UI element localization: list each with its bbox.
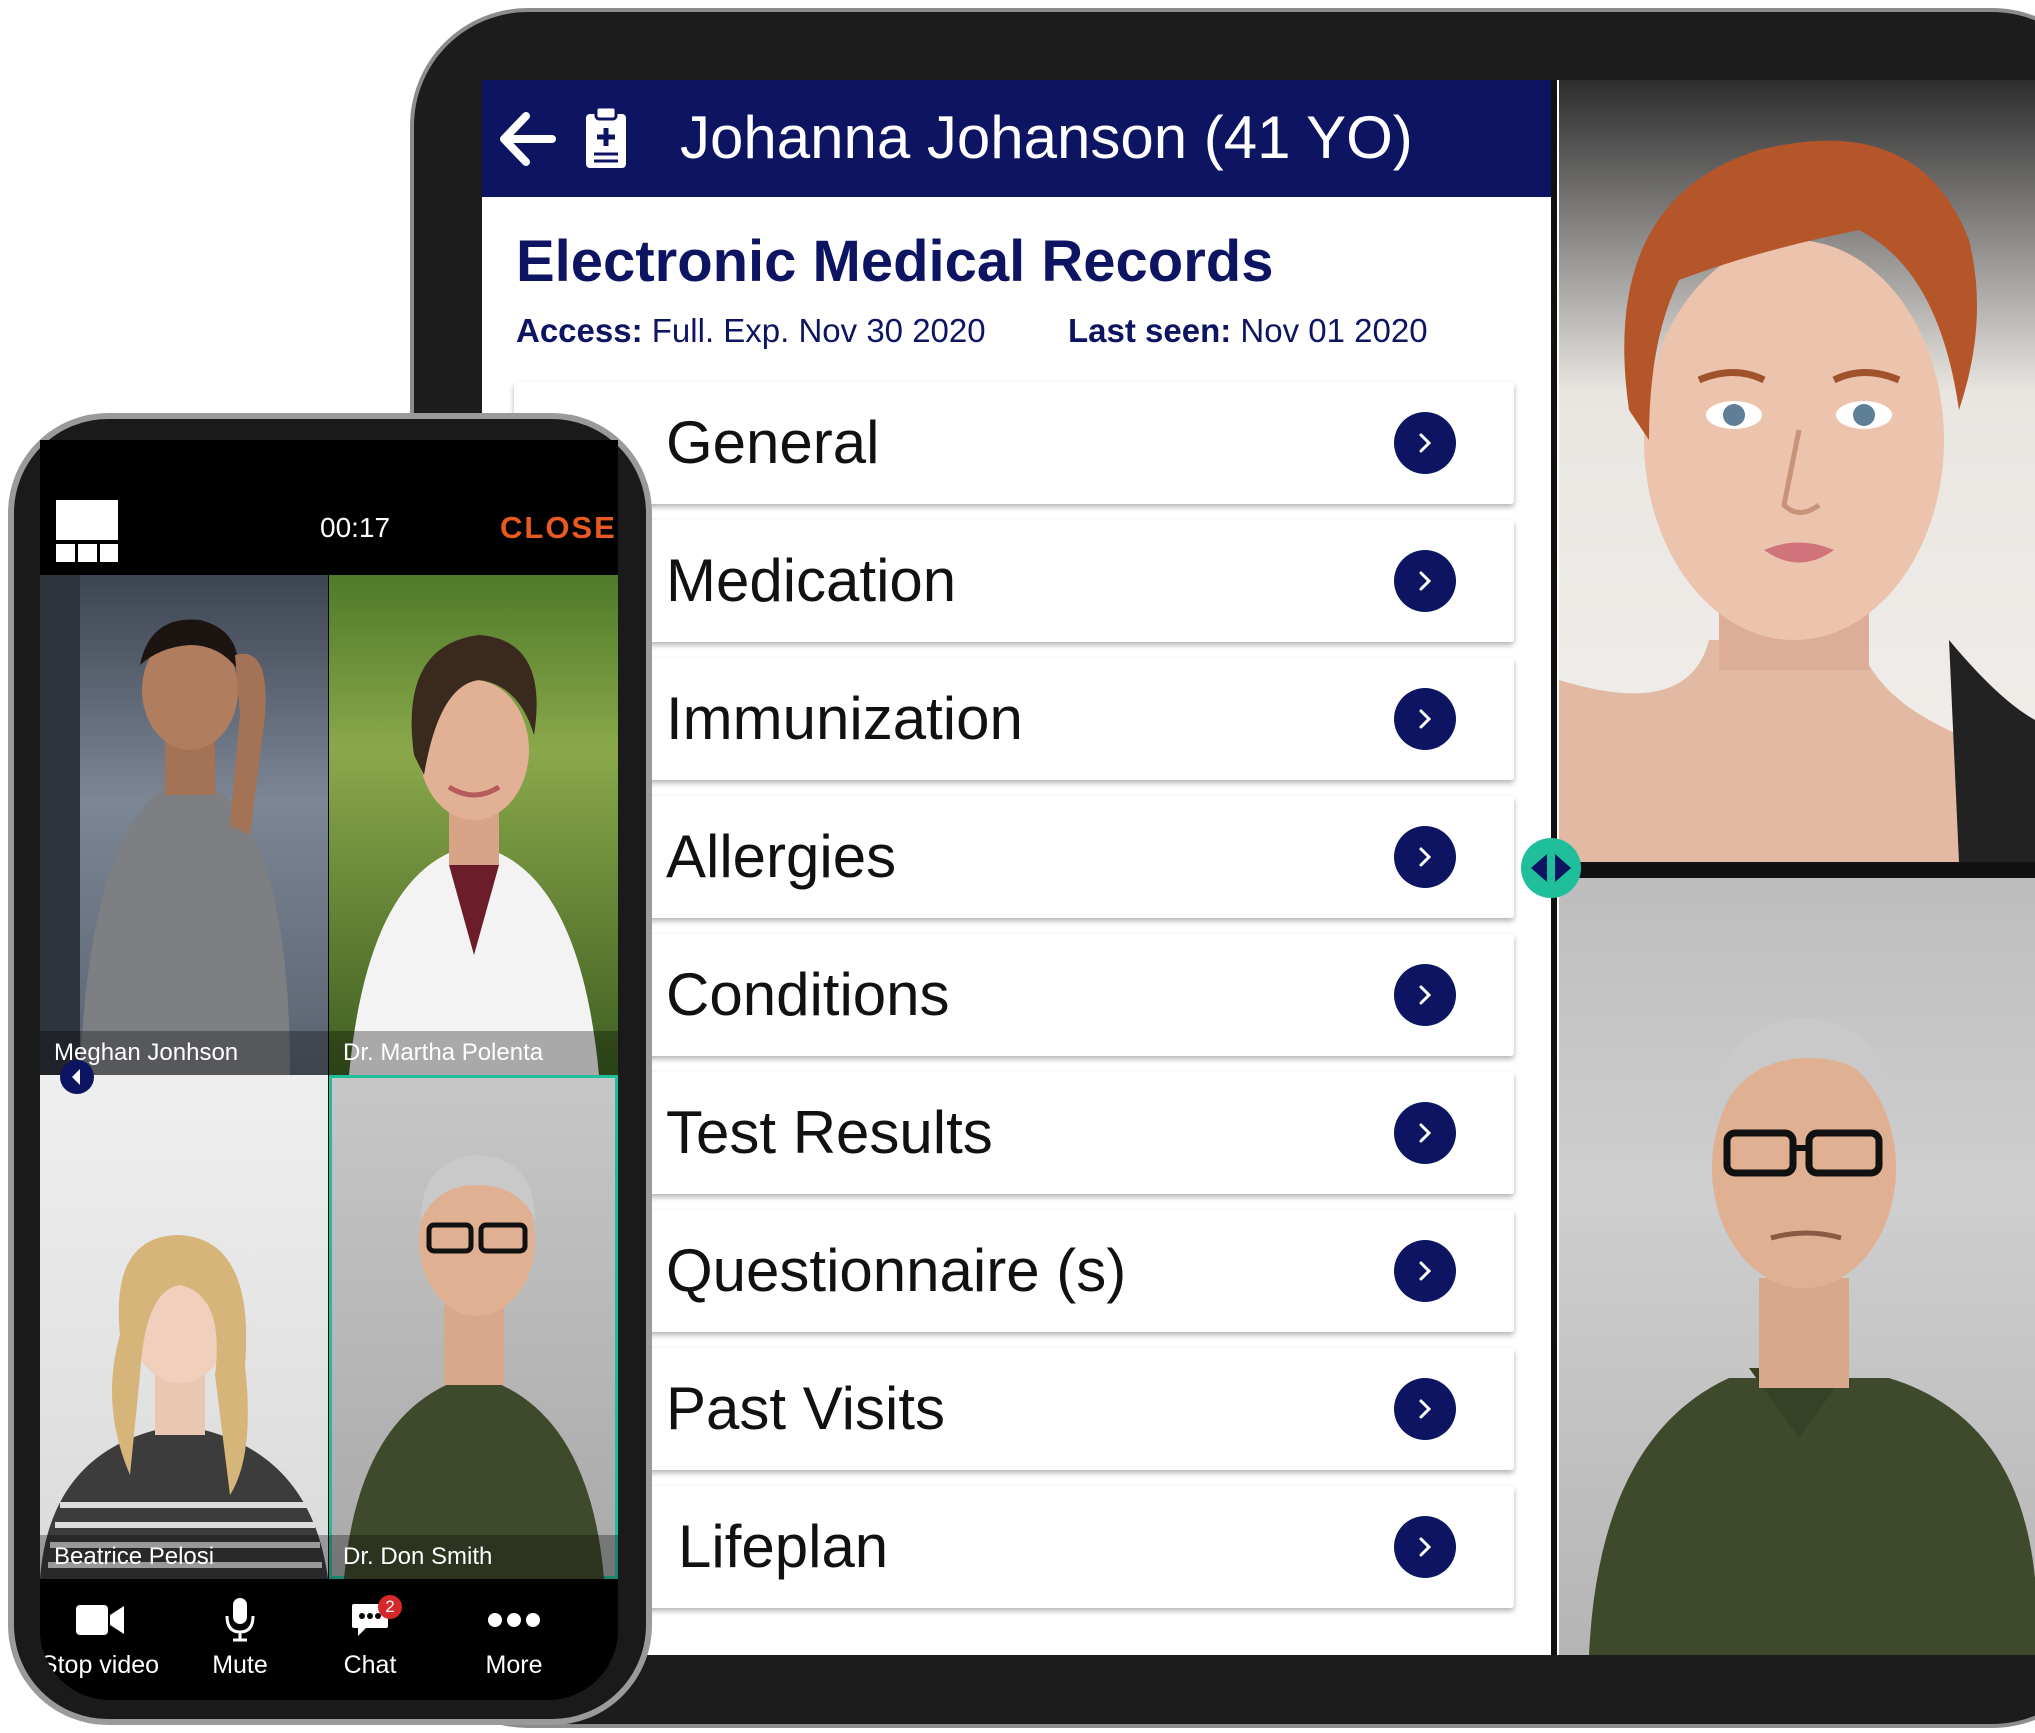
emr-section-list: General Medication Immunization Allergie… bbox=[514, 382, 1514, 1624]
more-button[interactable]: More bbox=[444, 1595, 584, 1680]
participant-tile[interactable]: Beatrice Pelosi bbox=[40, 1075, 328, 1579]
chevron-right-icon[interactable] bbox=[1394, 688, 1456, 750]
back-arrow-icon[interactable] bbox=[496, 108, 558, 170]
participant-name: Dr. Martha Polenta bbox=[329, 1031, 618, 1075]
stop-video-button[interactable]: Stop video bbox=[40, 1595, 170, 1680]
chevron-right-icon[interactable] bbox=[1394, 412, 1456, 474]
section-allergies[interactable]: Allergies bbox=[514, 796, 1514, 918]
participant-name: Dr. Don Smith bbox=[329, 1535, 618, 1579]
section-questionnaires[interactable]: Questionnaire (s) bbox=[514, 1210, 1514, 1332]
mute-label: Mute bbox=[212, 1651, 268, 1679]
chat-label: Chat bbox=[343, 1651, 397, 1679]
section-label: Immunization bbox=[666, 685, 1023, 752]
last-seen-label: Last seen: bbox=[1068, 312, 1232, 349]
section-general[interactable]: General bbox=[514, 382, 1514, 504]
patient-name: Johanna Johanson (41 YO) bbox=[680, 104, 1413, 171]
more-dots-icon bbox=[444, 1595, 584, 1645]
doctor-portrait bbox=[1589, 1018, 2035, 1655]
participant-photo bbox=[40, 1235, 328, 1579]
chat-unread-badge: 2 bbox=[378, 1595, 402, 1619]
participant-photo bbox=[40, 575, 290, 1075]
collapse-panel-button[interactable] bbox=[60, 1060, 94, 1094]
last-seen-value: Nov 01 2020 bbox=[1240, 312, 1428, 349]
section-conditions[interactable]: Conditions bbox=[514, 934, 1514, 1056]
participant-tile[interactable]: Dr. Martha Polenta bbox=[329, 575, 618, 1075]
grid-layout-icon[interactable] bbox=[56, 500, 118, 562]
section-past-visits[interactable]: Past Visits bbox=[514, 1348, 1514, 1470]
participant-tile[interactable]: Meghan Jonhson bbox=[40, 575, 328, 1075]
section-label: Lifeplan bbox=[678, 1513, 889, 1580]
chevron-right-icon[interactable] bbox=[1394, 1378, 1456, 1440]
section-label: Test Results bbox=[666, 1099, 993, 1166]
chevron-right-icon[interactable] bbox=[1394, 1102, 1456, 1164]
call-timer: 00:17 bbox=[320, 512, 391, 543]
patient-video-feed bbox=[1559, 80, 2035, 862]
section-medication[interactable]: Medication bbox=[514, 520, 1514, 642]
more-label: More bbox=[485, 1651, 543, 1679]
section-label: Past Visits bbox=[666, 1375, 945, 1442]
close-call-button[interactable]: CLOSE bbox=[500, 510, 617, 546]
chevron-right-icon[interactable] bbox=[1394, 964, 1456, 1026]
section-immunization[interactable]: Immunization bbox=[514, 658, 1514, 780]
chevron-right-icon[interactable] bbox=[1394, 826, 1456, 888]
participant-photo bbox=[349, 635, 599, 1075]
section-test-results[interactable]: Test Results bbox=[514, 1072, 1514, 1194]
video-camera-icon bbox=[40, 1595, 170, 1645]
access-label: Access: bbox=[516, 312, 643, 349]
participant-name: Beatrice Pelosi bbox=[40, 1535, 328, 1579]
chevron-right-icon[interactable] bbox=[1394, 1516, 1456, 1578]
phone-screen: 00:17 CLOSE Meghan Jonhson Dr. Martha Po… bbox=[40, 440, 618, 1700]
last-seen-info: Last seen: Nov 01 2020 bbox=[1068, 312, 1428, 350]
access-value: Full. Exp. Nov 30 2020 bbox=[651, 312, 986, 349]
video-divider bbox=[1559, 862, 2035, 878]
microphone-icon bbox=[170, 1595, 310, 1645]
page-title: Electronic Medical Records bbox=[516, 229, 1274, 294]
split-handle-icon[interactable] bbox=[1521, 838, 1581, 898]
section-label: Allergies bbox=[666, 823, 897, 890]
clipboard-icon[interactable] bbox=[582, 104, 630, 172]
section-label: General bbox=[666, 409, 880, 476]
chat-bubble-icon: 2 bbox=[300, 1595, 440, 1645]
section-label: Medication bbox=[666, 547, 957, 614]
access-info: Access: Full. Exp. Nov 30 2020 bbox=[516, 312, 986, 350]
stop-video-label: Stop video bbox=[40, 1651, 160, 1679]
tablet-screen: Johanna Johanson (41 YO) Electronic Medi… bbox=[482, 80, 2035, 1655]
patient-portrait bbox=[1559, 140, 2035, 862]
section-lifeplan[interactable]: Lifeplan bbox=[514, 1486, 1514, 1608]
mute-button[interactable]: Mute bbox=[170, 1595, 310, 1680]
participant-tile-active[interactable]: Dr. Don Smith bbox=[329, 1075, 618, 1579]
chevron-right-icon[interactable] bbox=[1394, 1240, 1456, 1302]
section-label: Questionnaire (s) bbox=[666, 1237, 1127, 1304]
call-toolbar: Stop video Mute 2 Chat More bbox=[40, 1585, 618, 1700]
emr-header: Johanna Johanson (41 YO) bbox=[482, 80, 1552, 197]
chat-button[interactable]: 2 Chat bbox=[300, 1595, 440, 1680]
participant-photo bbox=[344, 1155, 604, 1579]
chevron-right-icon[interactable] bbox=[1394, 550, 1456, 612]
section-label: Conditions bbox=[666, 961, 950, 1028]
doctor-video-feed bbox=[1559, 878, 2035, 1655]
chevron-left-icon bbox=[72, 1069, 80, 1085]
